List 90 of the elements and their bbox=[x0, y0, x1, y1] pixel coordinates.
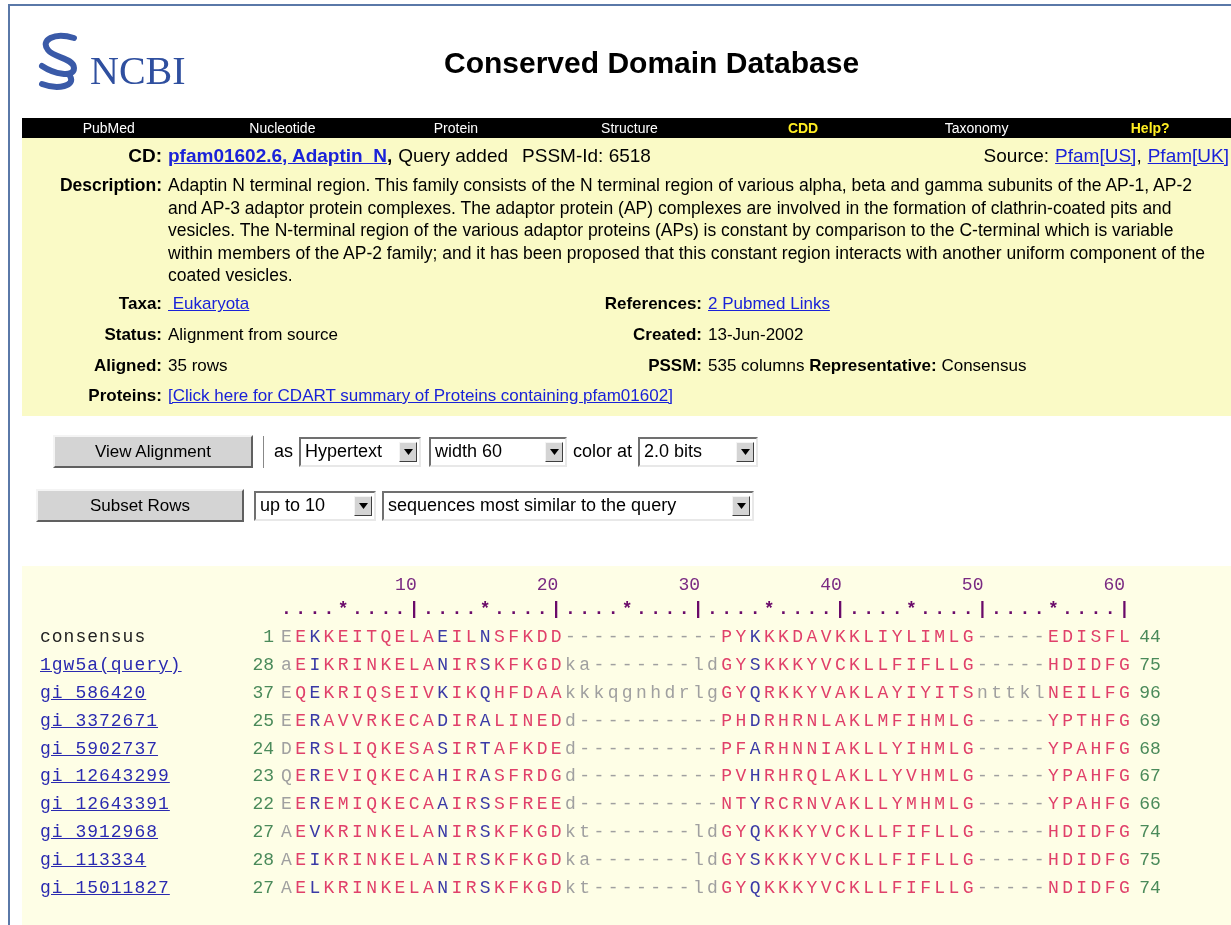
field-label: CD: bbox=[128, 145, 162, 166]
nav-link[interactable]: Protein bbox=[433, 118, 479, 139]
sequence-text: A E L KRINKELA N IR S KFKGD kt-------ld GY Q KKKYVCKLLFIFLLG-----NDIDFG bbox=[281, 876, 1134, 900]
start-position: 24 bbox=[252, 737, 274, 761]
end-position: 69 bbox=[1139, 709, 1161, 733]
nav-link[interactable]: Structure bbox=[601, 118, 658, 139]
logo-text: NCBI bbox=[90, 47, 186, 95]
field-value: 13-Jun-2002 bbox=[708, 324, 804, 347]
field-value: Alignment from source bbox=[168, 324, 340, 347]
start-position: 28 bbox=[252, 653, 274, 677]
action-button[interactable]: Subset Rows bbox=[36, 489, 244, 522]
position-number: 40 bbox=[820, 573, 842, 596]
field-label: Aligned: bbox=[94, 356, 162, 376]
start-position: 22 bbox=[252, 793, 274, 817]
sequence-name: consensus bbox=[40, 626, 147, 647]
field-label: Taxa: bbox=[118, 294, 162, 314]
field-link[interactable]: Eukaryota bbox=[168, 291, 548, 317]
dropdown[interactable]: sequences most similar to the query bbox=[382, 490, 754, 521]
field-label: References: bbox=[604, 294, 702, 314]
position-number: 10 bbox=[395, 573, 417, 596]
sequence-text: A E V KRINKELA N IR S KFKGD kt-------ld GY Q KKKYVCKLLFIFLLG-----HDIDFG bbox=[281, 821, 1134, 845]
start-position: 27 bbox=[252, 876, 274, 900]
status-text: Query added bbox=[398, 144, 509, 168]
nav-link[interactable]: Help? bbox=[1130, 118, 1170, 139]
sequence-link[interactable]: gi 15011827 bbox=[40, 877, 170, 898]
sequence-link[interactable]: gi 3912968 bbox=[40, 822, 159, 843]
field-label: Created: bbox=[633, 325, 702, 345]
start-position: 1 bbox=[263, 625, 274, 649]
field-link[interactable]: 2 Pubmed Links bbox=[708, 291, 830, 317]
sequence-link[interactable]: gi 113334 bbox=[40, 850, 147, 871]
label-text: color at bbox=[573, 440, 633, 463]
start-position: 27 bbox=[252, 821, 274, 845]
dropdown[interactable]: width 60 bbox=[429, 436, 567, 467]
sequence-text: E E K KEITQELA E IL N SFKDD-----------PY K KKDAVKKLIYLIMLG-----EDISFL bbox=[281, 625, 1134, 649]
sequence-text: E E RAVVRKECA D IR A LINED d----------PH D RHRNLAKLMFIHMLG-----YPTHFG bbox=[281, 709, 1134, 733]
sequence-link[interactable]: gi 12643299 bbox=[40, 766, 170, 787]
page-title: Conserved Domain Database bbox=[444, 44, 860, 81]
label-text: as bbox=[274, 440, 293, 463]
end-position: 96 bbox=[1139, 681, 1161, 705]
dropdown[interactable]: 2.0 bits bbox=[638, 436, 759, 467]
sequence-text: E E R EMIQKECAA IR S SFREE d----------NT Y RCRNVAKLLYMHMLG-----YPAHFG bbox=[281, 793, 1134, 817]
nav-link[interactable]: Taxonomy bbox=[944, 118, 1009, 139]
nav-link[interactable]: Nucleotide bbox=[249, 118, 316, 139]
start-position: 25 bbox=[252, 709, 274, 733]
sequence-link[interactable]: gi 586420 bbox=[40, 682, 147, 703]
field-value: 35 rows bbox=[168, 355, 229, 378]
position-number: 30 bbox=[678, 573, 701, 596]
domain-link[interactable]: pfam01602.6, Adaptin_N bbox=[168, 142, 387, 171]
end-position: 68 bbox=[1139, 737, 1161, 761]
sequence-link[interactable]: gi 3372671 bbox=[40, 710, 159, 731]
cdart-link[interactable]: [Click here for CDART summary of Proteins containing pfam01602] bbox=[168, 382, 673, 409]
field-value: 535 columns Representative: Consensus bbox=[708, 355, 1027, 378]
end-position: 67 bbox=[1139, 765, 1161, 789]
ruler-text: ....*....|....*....|....*....|....*....|....*....|....*....| bbox=[280, 597, 1135, 621]
comma-text: , bbox=[386, 144, 393, 168]
nav-link[interactable]: CDD bbox=[787, 118, 819, 139]
source-link[interactable]: Pfam[UK] bbox=[1147, 142, 1229, 171]
action-button[interactable]: View Alignment bbox=[53, 435, 253, 468]
field-label: Source: bbox=[983, 144, 1050, 168]
end-position: 75 bbox=[1139, 849, 1161, 873]
sequence-text: Q E R EVIQKECA H IR A SFRDG d----------PV H RHRQLAKLLYVHMLG-----YPAHFG bbox=[281, 765, 1134, 789]
dropdown[interactable]: up to 10 bbox=[254, 490, 376, 521]
pssm-id-text: PSSM-Id: 6518 bbox=[522, 144, 651, 168]
comma-text: , bbox=[1136, 144, 1142, 168]
position-number: 20 bbox=[536, 573, 559, 596]
start-position: 28 bbox=[252, 849, 274, 873]
field-label: Proteins: bbox=[88, 385, 162, 405]
sequence-text: A E I KRINKELA N IR S KFKGD ka-------ld GY S KKKYVCKLLFIFLLG-----HDIDFG bbox=[281, 849, 1134, 873]
dropdown[interactable]: Hypertext bbox=[299, 436, 421, 467]
sequence-link[interactable]: gi 5902737 bbox=[40, 738, 159, 759]
field-label: PSSM: bbox=[648, 356, 702, 376]
end-position: 75 bbox=[1139, 653, 1161, 677]
sequence-link[interactable]: 1gw5a(query) bbox=[40, 654, 182, 675]
sequence-text: a E I KRINKELA N IR S KFKGD ka-------ld GY S KKKYVCKLLFIFLLG-----HDIDFG bbox=[281, 653, 1134, 677]
description-text: Adaptin N terminal region. This family consists of the N terminal region of various alpha, beta and gamma subunits of the AP-1, AP-2 and AP-3 adaptor protein complexes. The adaptor protein (AP) complexes are involved in the formation of clathrin-coated pits and vesicles. The N-terminal region of the various adaptor proteins (APs) is constant by comparison to the C-terminal which is variable within members of the AP-2 family; and it has been proposed that this constant region interacts with another uniform component of the coated vesicles. bbox=[168, 174, 1206, 287]
end-position: 66 bbox=[1139, 793, 1161, 817]
start-position: 23 bbox=[252, 765, 274, 789]
end-position: 44 bbox=[1139, 625, 1161, 649]
field-label: Status: bbox=[104, 325, 162, 345]
sequence-link[interactable]: gi 12643391 bbox=[40, 794, 170, 815]
field-label: Description: bbox=[59, 175, 162, 195]
end-position: 74 bbox=[1139, 821, 1161, 845]
sequence-text: D E R SLIQKESA S IR T AFKDE d----------PF A RHNNIAKLLYIHMLG-----YPAHFG bbox=[281, 737, 1134, 761]
end-position: 74 bbox=[1139, 876, 1161, 900]
position-number: 60 bbox=[1103, 573, 1126, 596]
start-position: 37 bbox=[252, 681, 274, 705]
nav-link[interactable]: PubMed bbox=[82, 118, 135, 139]
position-number: 50 bbox=[961, 573, 984, 596]
source-link[interactable]: Pfam[US] bbox=[1055, 142, 1137, 171]
sequence-text: E Q E KRIQSEIV K IKQ HFDAA kkkqgnhdrlg GY Q RKKYVAKLAYIYITS nttkl NEILFG bbox=[281, 681, 1134, 705]
